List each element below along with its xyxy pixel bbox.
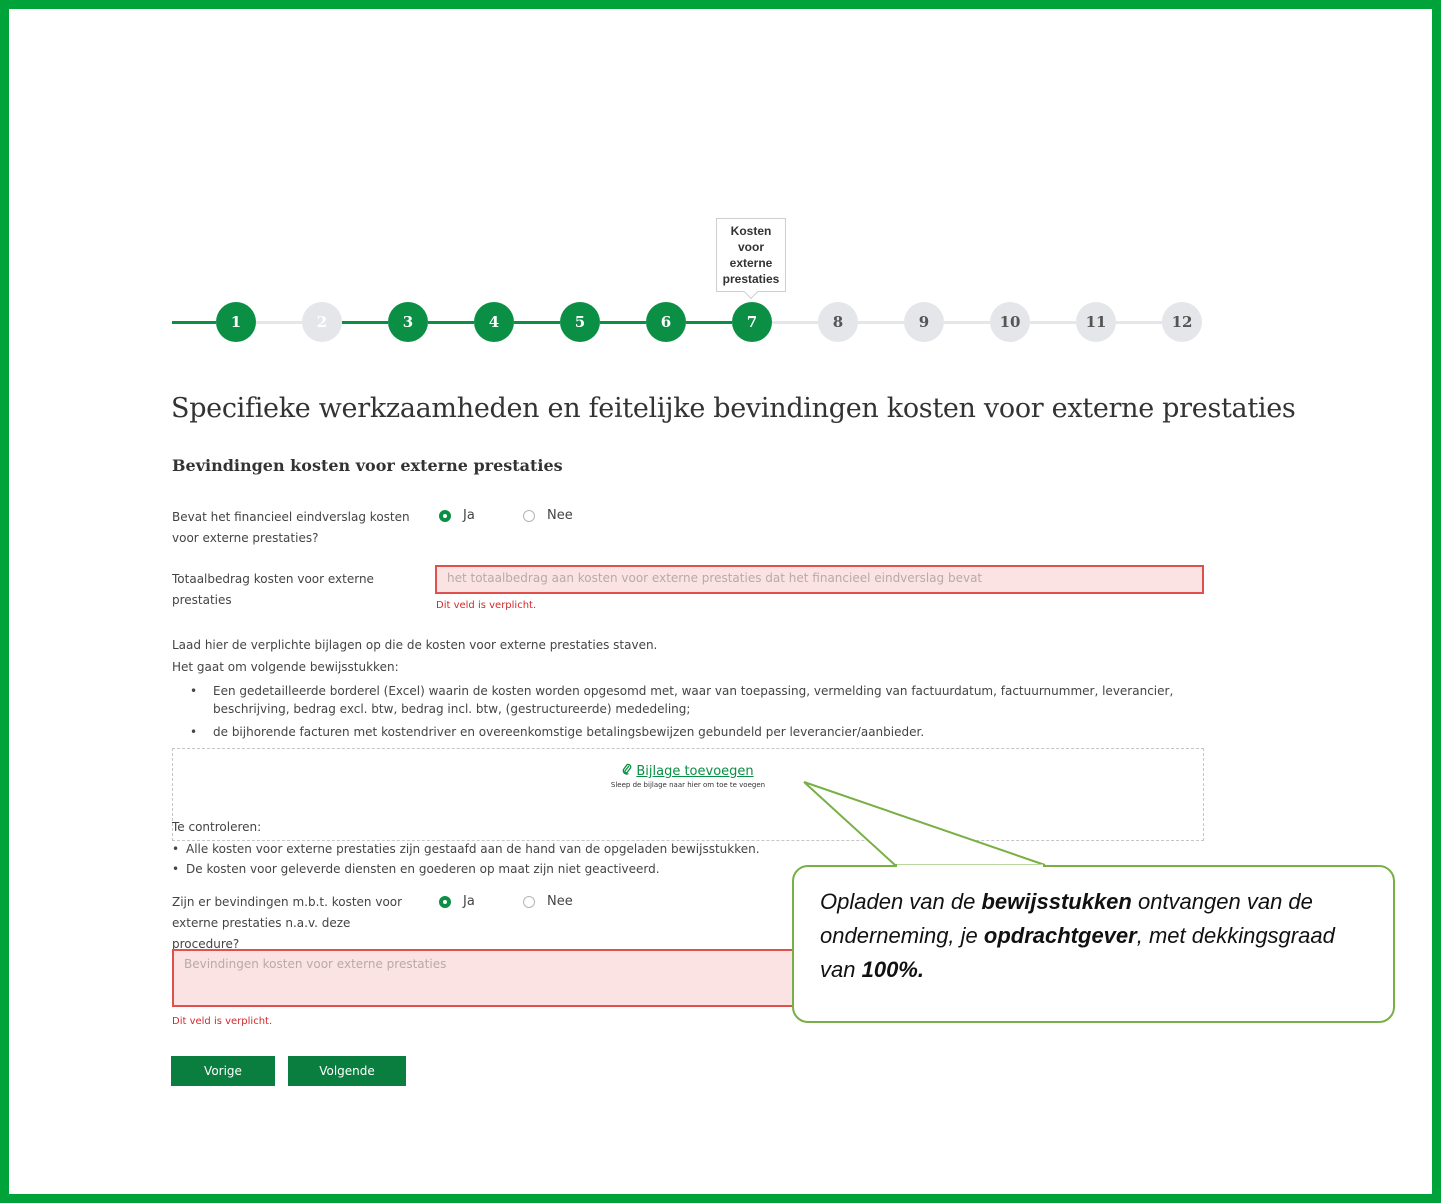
step-4[interactable]: 4 — [474, 302, 514, 342]
step-1[interactable]: 1 — [216, 302, 256, 342]
total-amount-input[interactable]: het totaalbedrag aan kosten voor externe… — [435, 565, 1204, 594]
check-list: • Alle kosten voor externe prestaties zij… — [172, 839, 786, 879]
findings-error: Dit veld is verplicht. — [172, 1016, 273, 1027]
radio-unselected-icon — [523, 509, 535, 522]
list-item-text: Een gedetailleerde borderel (Excel) waar… — [213, 684, 1174, 716]
stepper-line — [1030, 321, 1076, 324]
stepper-line — [342, 321, 388, 324]
q1-radio-yes[interactable]: Ja — [439, 508, 475, 523]
step-2[interactable]: 2 — [302, 302, 342, 342]
stepper-line — [944, 321, 990, 324]
drop-hint: Sleep de bijlage naar hier om toe te voe… — [610, 781, 766, 789]
stepper-line — [514, 321, 560, 324]
radio-selected-icon — [439, 509, 451, 522]
add-attachment-link[interactable]: Bijlage toevoegen — [173, 763, 1203, 779]
stepper-line — [858, 321, 904, 324]
callout-bold: bewijsstukken — [981, 889, 1132, 914]
q2-radio-no[interactable]: Nee — [523, 894, 573, 909]
step-tooltip: Kosten voor externe prestaties — [716, 218, 786, 292]
q2-label: Zijn er bevindingen m.b.t. kosten voor e… — [172, 895, 403, 951]
radio-selected-icon — [439, 895, 451, 908]
section-title: Bevindingen kosten voor externe prestati… — [172, 456, 563, 475]
stepper-line — [256, 321, 302, 324]
radio-unselected-icon — [523, 895, 535, 908]
stepper-line — [686, 321, 732, 324]
list-item: • De kosten voor geleverde diensten en go… — [172, 859, 786, 879]
q1-label: Bevat het financieel eindverslag kosten … — [172, 510, 410, 545]
next-button[interactable]: Volgende — [288, 1056, 406, 1086]
list-item: • Een gedetailleerde borderel (Excel) waa… — [190, 682, 1203, 718]
bullet: • — [190, 684, 198, 698]
q1-no-label: Nee — [547, 508, 573, 523]
callout-bold: 100%. — [861, 957, 924, 982]
step-3[interactable]: 3 — [388, 302, 428, 342]
step-12[interactable]: 12 — [1162, 302, 1202, 342]
stepper-line — [600, 321, 646, 324]
step-7-current[interactable]: 7 — [732, 302, 772, 342]
bullet: • — [190, 725, 198, 739]
callout-text: Opladen van de — [820, 889, 982, 914]
step-10[interactable]: 10 — [990, 302, 1030, 342]
check-title: Te controleren: — [172, 820, 262, 834]
attachment-dropzone[interactable]: Bijlage toevoegen Sleep de bijlage naar … — [172, 748, 1204, 841]
step-6[interactable]: 6 — [646, 302, 686, 342]
q2-radio-yes[interactable]: Ja — [439, 894, 475, 909]
total-error: Dit veld is verplicht. — [436, 600, 537, 611]
add-attachment-label: Bijlage toevoegen — [636, 764, 754, 779]
progress-stepper: 1 2 3 4 5 6 7 8 9 10 11 12 — [172, 302, 1204, 342]
q2-yes-label: Ja — [463, 894, 475, 909]
step-8[interactable]: 8 — [818, 302, 858, 342]
step-9[interactable]: 9 — [904, 302, 944, 342]
bullet: • — [172, 862, 180, 876]
paperclip-icon — [622, 763, 632, 779]
list-item-text: Alle kosten voor externe prestaties zijn… — [186, 842, 760, 856]
stepper-line — [428, 321, 474, 324]
stepper-line — [772, 321, 818, 324]
attachments-intro: Laad hier de verplichte bijlagen op die … — [172, 638, 658, 652]
q1-yes-label: Ja — [463, 508, 475, 523]
stepper-line — [1116, 321, 1162, 324]
list-item-text: de bijhorende facturen met kostendriver … — [213, 725, 925, 739]
total-label: Totaalbedrag kosten voor externe prestat… — [172, 572, 374, 607]
page-title: Specifieke werkzaamheden en feitelijke b… — [171, 393, 1296, 424]
callout-bold: opdrachtgever — [983, 923, 1137, 948]
step-11[interactable]: 11 — [1076, 302, 1116, 342]
q1-radio-no[interactable]: Nee — [523, 508, 573, 523]
q2-no-label: Nee — [547, 894, 573, 909]
findings-textarea[interactable]: Bevindingen kosten voor externe prestati… — [172, 949, 852, 1007]
list-item: • de bijhorende facturen met kostendriver… — [190, 723, 1203, 741]
bullet: • — [172, 842, 180, 856]
stepper-line — [172, 321, 216, 324]
previous-button[interactable]: Vorige — [171, 1056, 275, 1086]
step-5[interactable]: 5 — [560, 302, 600, 342]
attachments-list: • Een gedetailleerde borderel (Excel) waa… — [190, 682, 1203, 741]
list-item: • Alle kosten voor externe prestaties zij… — [172, 839, 786, 859]
attachments-intro2: Het gaat om volgende bewijsstukken: — [172, 660, 399, 674]
callout-annotation: Opladen van de bewijsstukken ontvangen v… — [792, 865, 1395, 1023]
list-item-text: De kosten voor geleverde diensten en goe… — [186, 862, 660, 876]
